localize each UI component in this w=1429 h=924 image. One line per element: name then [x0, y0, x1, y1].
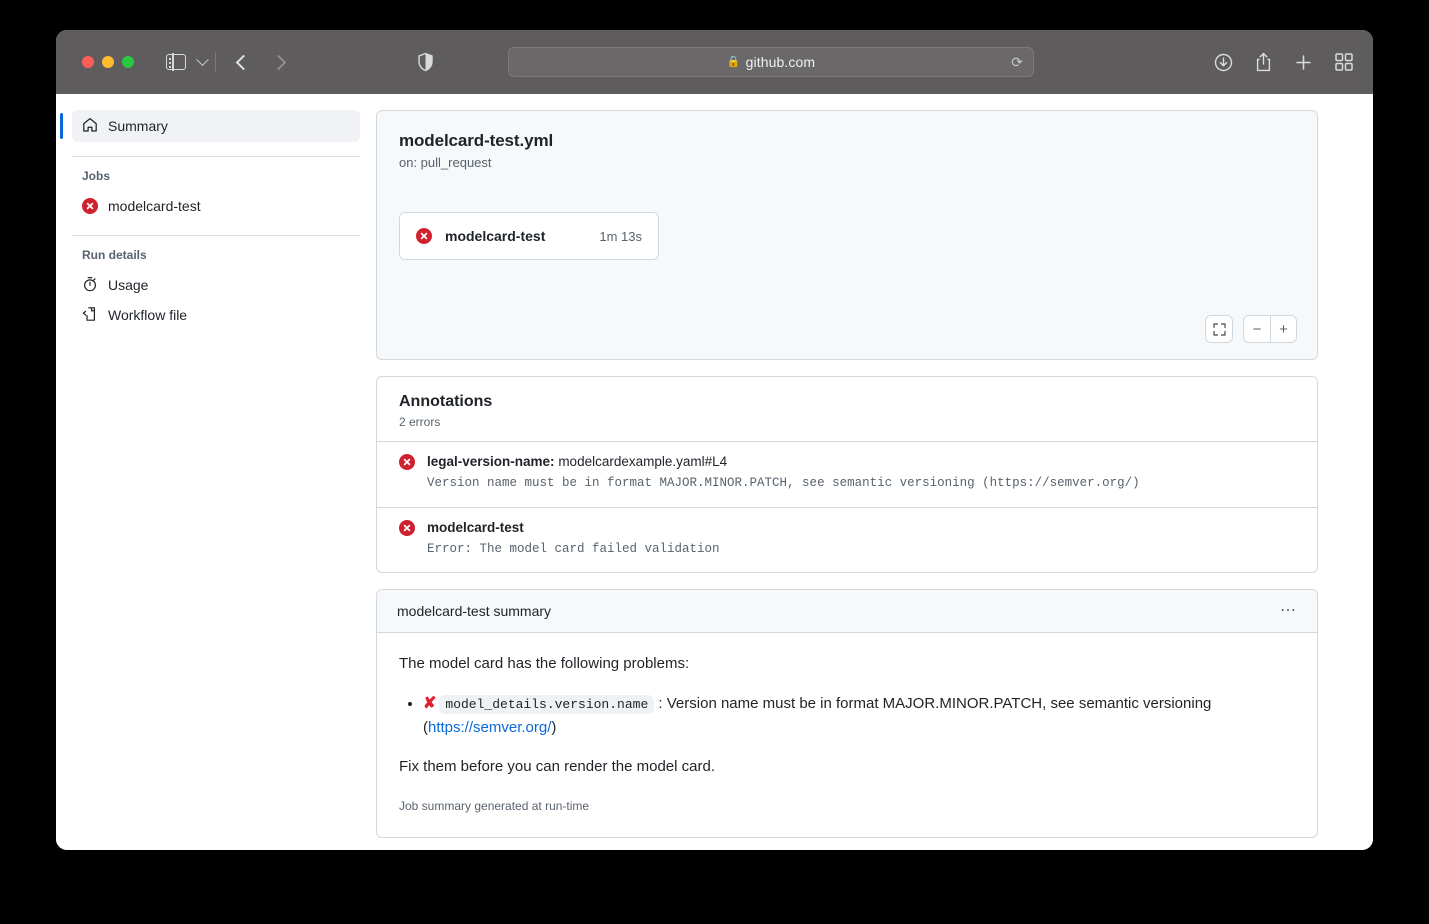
- back-arrow-icon[interactable]: [236, 54, 252, 70]
- job-summary-header: modelcard-test summary ⋯: [377, 590, 1317, 633]
- summary-problem-list: ✘model_details.version.name : Version na…: [399, 692, 1295, 740]
- workflow-job-name: modelcard-test: [445, 228, 586, 244]
- browser-titlebar: 🔒 github.com ⟳: [56, 30, 1373, 94]
- summary-field-code: model_details.version.name: [439, 695, 654, 714]
- annotation-body: modelcard-test Error: The model card fai…: [427, 520, 1295, 559]
- browser-window: 🔒 github.com ⟳: [56, 30, 1373, 850]
- annotation-location: modelcardexample.yaml#L4: [558, 454, 727, 469]
- reload-icon[interactable]: ⟳: [1011, 55, 1023, 69]
- sidebar-job-label: modelcard-test: [108, 198, 201, 214]
- maximize-window-button[interactable]: [122, 56, 134, 68]
- code-file-icon: [82, 306, 98, 325]
- annotation-body: legal-version-name: modelcardexample.yam…: [427, 454, 1295, 493]
- sidebar-divider-1: [72, 156, 360, 157]
- sidebar-heading-jobs: Jobs: [72, 169, 360, 183]
- kebab-menu-icon[interactable]: ⋯: [1280, 603, 1297, 619]
- minimize-window-button[interactable]: [102, 56, 114, 68]
- annotation-heading: modelcard-test: [427, 520, 1295, 535]
- shield-icon[interactable]: [418, 53, 433, 72]
- sidebar-item-job-modelcard-test[interactable]: modelcard-test: [72, 191, 360, 221]
- sidebar-run-detail-label: Workflow file: [108, 307, 187, 323]
- share-icon[interactable]: [1255, 52, 1272, 72]
- summary-footer: Job summary generated at run-time: [399, 799, 1295, 813]
- lock-icon: 🔒: [727, 57, 741, 68]
- annotations-title: Annotations: [399, 393, 1295, 411]
- annotations-count: 2 errors: [399, 415, 1295, 429]
- failure-status-icon: [399, 454, 415, 470]
- list-item: ✘model_details.version.name : Version na…: [423, 692, 1295, 740]
- annotation-rule: legal-version-name:: [427, 454, 555, 469]
- x-mark-icon: ✘: [423, 695, 436, 712]
- job-summary-body: The model card has the following problem…: [377, 633, 1317, 837]
- workflow-graph-panel: modelcard-test.yml on: pull_request mode…: [376, 110, 1318, 360]
- browser-toolbar-right: [1214, 52, 1353, 72]
- sidebar-heading-run-details: Run details: [72, 248, 360, 262]
- summary-bullet-text-after: ): [551, 719, 556, 736]
- workflow-trigger: on: pull_request: [399, 155, 1295, 170]
- navigation-arrows: [238, 57, 284, 68]
- annotations-header: Annotations 2 errors: [377, 377, 1317, 441]
- failure-status-icon: [399, 520, 415, 536]
- annotation-message: Error: The model card failed validation: [427, 541, 1295, 559]
- annotation-item[interactable]: modelcard-test Error: The model card fai…: [377, 507, 1317, 573]
- main-column: modelcard-test.yml on: pull_request mode…: [376, 94, 1373, 850]
- semver-link[interactable]: https://semver.org/: [428, 719, 551, 736]
- annotation-message: Version name must be in format MAJOR.MIN…: [427, 475, 1295, 493]
- tab-overview-icon[interactable]: [1335, 53, 1353, 71]
- zoom-in-button[interactable]: +: [1270, 316, 1296, 342]
- workflow-job-duration: 1m 13s: [599, 229, 642, 244]
- toolbar-divider: [215, 52, 216, 72]
- forward-arrow-icon[interactable]: [271, 54, 287, 70]
- job-summary-title: modelcard-test summary: [397, 603, 551, 619]
- fit-to-screen-button[interactable]: [1205, 315, 1233, 343]
- sidebar-divider-2: [72, 235, 360, 236]
- failure-status-icon: [82, 198, 98, 214]
- run-sidebar: Summary Jobs modelcard-test Run details: [56, 94, 376, 850]
- stopwatch-icon: [82, 276, 98, 295]
- annotation-item[interactable]: legal-version-name: modelcardexample.yam…: [377, 441, 1317, 507]
- sidebar-item-workflow-file[interactable]: Workflow file: [72, 300, 360, 330]
- failure-status-icon: [416, 228, 432, 244]
- traffic-lights: [82, 56, 134, 68]
- annotation-rule: modelcard-test: [427, 520, 524, 535]
- new-tab-icon[interactable]: [1294, 53, 1313, 72]
- home-icon: [82, 117, 98, 136]
- graph-controls: − +: [1205, 315, 1297, 343]
- sidebar-item-label: Summary: [108, 118, 168, 134]
- job-summary-panel: modelcard-test summary ⋯ The model card …: [376, 589, 1318, 838]
- annotations-panel: Annotations 2 errors legal-version-name:…: [376, 376, 1318, 573]
- page-content: Summary Jobs modelcard-test Run details: [56, 94, 1373, 850]
- sidebar-icon[interactable]: [166, 54, 186, 70]
- sidebar-item-summary[interactable]: Summary: [72, 110, 360, 142]
- workflow-job-node[interactable]: modelcard-test 1m 13s: [399, 212, 659, 260]
- sidebar-run-detail-label: Usage: [108, 277, 148, 293]
- workflow-title: modelcard-test.yml: [399, 131, 1295, 151]
- summary-closing: Fix them before you can render the model…: [399, 758, 1295, 775]
- url-text: github.com: [746, 54, 815, 70]
- zoom-controls: − +: [1243, 315, 1297, 343]
- chevron-down-icon[interactable]: [196, 53, 209, 66]
- sidebar-toggle-group[interactable]: [166, 54, 207, 70]
- close-window-button[interactable]: [82, 56, 94, 68]
- summary-intro: The model card has the following problem…: [399, 653, 1295, 676]
- address-bar[interactable]: 🔒 github.com ⟳: [508, 47, 1034, 77]
- zoom-out-button[interactable]: −: [1244, 316, 1270, 342]
- downloads-icon[interactable]: [1214, 53, 1233, 72]
- sidebar-item-usage[interactable]: Usage: [72, 270, 360, 300]
- annotation-heading: legal-version-name: modelcardexample.yam…: [427, 454, 1295, 469]
